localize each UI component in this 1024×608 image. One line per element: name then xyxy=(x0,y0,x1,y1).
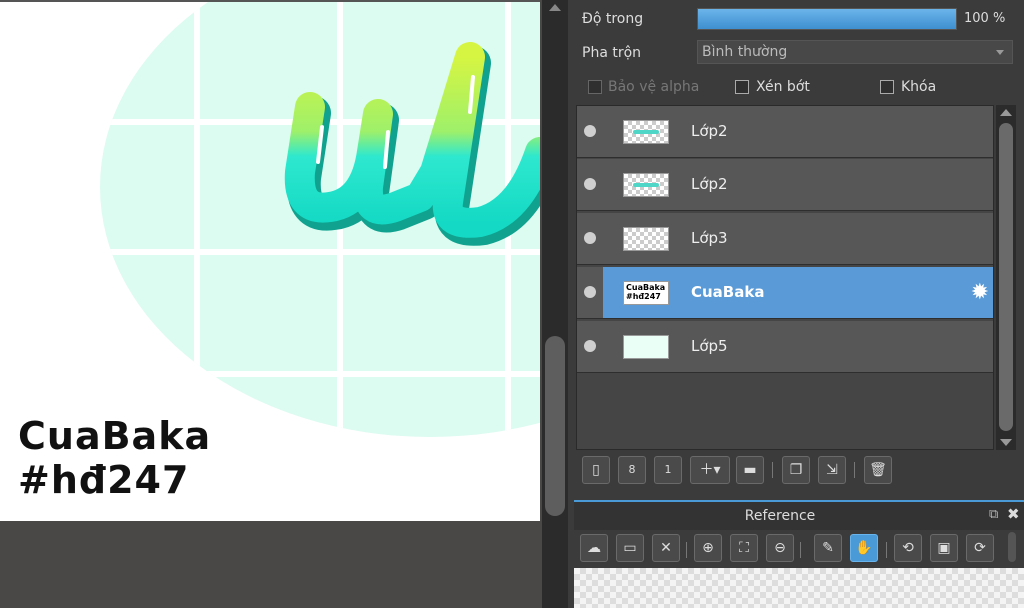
fit-screen-icon[interactable]: ▣ xyxy=(930,534,958,562)
layer-thumbnail xyxy=(623,120,669,144)
rotate-left-icon[interactable]: ⟲ xyxy=(894,534,922,562)
toolbar-separator xyxy=(886,542,887,558)
close-reference-icon[interactable]: ✕ xyxy=(652,534,680,562)
load-reference-icon[interactable]: ☁ xyxy=(580,534,608,562)
toolbar-separator xyxy=(800,542,801,558)
scroll-up-arrow-icon[interactable] xyxy=(549,4,561,11)
layer-thumbnail: CuaBaka #hđ247 xyxy=(623,281,669,305)
gear-icon[interactable]: ✹ xyxy=(971,282,989,304)
layer-toolbar: ▯ 8 1 ＋▾ ▬ ❐ ⇲ 🗑 xyxy=(576,452,1006,488)
hand-pan-icon[interactable]: ✋ xyxy=(850,534,878,562)
close-icon[interactable]: ✖ xyxy=(1007,505,1020,523)
layer-panel: Độ trong 100 % Pha trộn Bình thường Bảo … xyxy=(568,0,1024,608)
visibility-toggle-icon[interactable] xyxy=(584,232,596,244)
clip-checkbox[interactable] xyxy=(735,80,749,94)
reference-toolbar: ☁ ▭ ✕ ⊕ ⛶ ⊖ ✎ ✋ ⟲ ▣ ⟳ xyxy=(574,530,1024,568)
canvas-vertical-scrollbar[interactable] xyxy=(542,0,568,608)
new-8bit-layer-icon[interactable]: 8 xyxy=(618,456,646,484)
layer-list-scrollbar[interactable] xyxy=(996,105,1016,450)
opacity-slider[interactable] xyxy=(697,8,957,30)
reference-scrollbar[interactable] xyxy=(1008,532,1016,562)
detach-icon[interactable]: ⧉ xyxy=(989,507,998,522)
new-folder-icon[interactable]: ▬ xyxy=(736,456,764,484)
delete-layer-icon[interactable]: 🗑 xyxy=(864,456,892,484)
scrollbar-thumb[interactable] xyxy=(999,123,1013,431)
visibility-toggle-icon[interactable] xyxy=(584,178,596,190)
duplicate-layer-icon[interactable]: ❐ xyxy=(782,456,810,484)
lock-checkbox[interactable] xyxy=(880,80,894,94)
new-layer-icon[interactable]: ▯ xyxy=(582,456,610,484)
watermark-line-2: #hđ247 xyxy=(18,458,190,502)
artboard[interactable]: CuaBaka #hđ247 xyxy=(0,0,540,521)
lock-label: Khóa xyxy=(901,79,937,95)
layer-name: CuaBaka xyxy=(691,283,765,301)
toolbar-separator xyxy=(854,462,855,478)
reference-view[interactable] xyxy=(574,568,1024,608)
blend-label: Pha trộn xyxy=(582,45,642,61)
layer-row[interactable]: Lớp2 xyxy=(577,159,993,211)
visibility-toggle-icon[interactable] xyxy=(584,286,596,298)
clip-label: Xén bớt xyxy=(756,79,810,95)
scrollbar-thumb[interactable] xyxy=(545,336,565,516)
blend-mode-value: Bình thường xyxy=(702,44,788,60)
watermark-line-1: CuaBaka xyxy=(18,414,212,458)
protect-alpha-checkbox[interactable] xyxy=(588,80,602,94)
opacity-slider-fill xyxy=(698,9,956,29)
layer-name: Lớp5 xyxy=(691,337,728,355)
toolbar-separator xyxy=(772,462,773,478)
layer-row[interactable]: Lớp2 xyxy=(577,106,993,158)
blend-mode-select[interactable]: Bình thường xyxy=(697,40,1013,64)
fit-view-icon[interactable]: ⛶ xyxy=(730,534,758,562)
opacity-label: Độ trong xyxy=(582,11,644,27)
rotate-right-icon[interactable]: ⟳ xyxy=(966,534,994,562)
visibility-toggle-icon[interactable] xyxy=(584,340,596,352)
opacity-value: 100 % xyxy=(964,11,1006,26)
merge-down-icon[interactable]: ⇲ xyxy=(818,456,846,484)
add-layer-dropdown-icon[interactable]: ＋▾ xyxy=(690,456,730,484)
visibility-toggle-icon[interactable] xyxy=(584,125,596,137)
layer-row[interactable]: Lớp5 xyxy=(577,321,993,373)
layer-name: Lớp3 xyxy=(691,229,728,247)
layer-row[interactable]: Lớp3 xyxy=(577,213,993,265)
scroll-up-arrow-icon[interactable] xyxy=(1000,109,1012,116)
reference-title: Reference xyxy=(744,508,816,524)
new-1bit-layer-icon[interactable]: 1 xyxy=(654,456,682,484)
layer-name: Lớp2 xyxy=(691,175,728,193)
protect-alpha-label: Bảo vệ alpha xyxy=(608,79,700,95)
reference-header: Reference ⧉ ✖ xyxy=(574,500,1024,530)
layer-thumbnail xyxy=(623,227,669,251)
layer-thumbnail xyxy=(623,335,669,359)
layer-thumbnail xyxy=(623,173,669,197)
layer-row-selected[interactable]: CuaBaka #hđ247 CuaBaka ✹ xyxy=(577,267,993,319)
scroll-down-arrow-icon[interactable] xyxy=(1000,439,1012,446)
canvas-area[interactable]: CuaBaka #hđ247 xyxy=(0,0,542,608)
zoom-in-icon[interactable]: ⊕ xyxy=(694,534,722,562)
zoom-out-icon[interactable]: ⊖ xyxy=(766,534,794,562)
eyedropper-icon[interactable]: ✎ xyxy=(814,534,842,562)
toolbar-separator xyxy=(686,542,687,558)
layer-list: Lớp2 Lớp2 Lớp3 CuaBaka #hđ247 CuaBaka ✹ … xyxy=(576,105,994,450)
layer-name: Lớp2 xyxy=(691,122,728,140)
chevron-down-icon xyxy=(996,50,1004,55)
open-folder-icon[interactable]: ▭ xyxy=(616,534,644,562)
